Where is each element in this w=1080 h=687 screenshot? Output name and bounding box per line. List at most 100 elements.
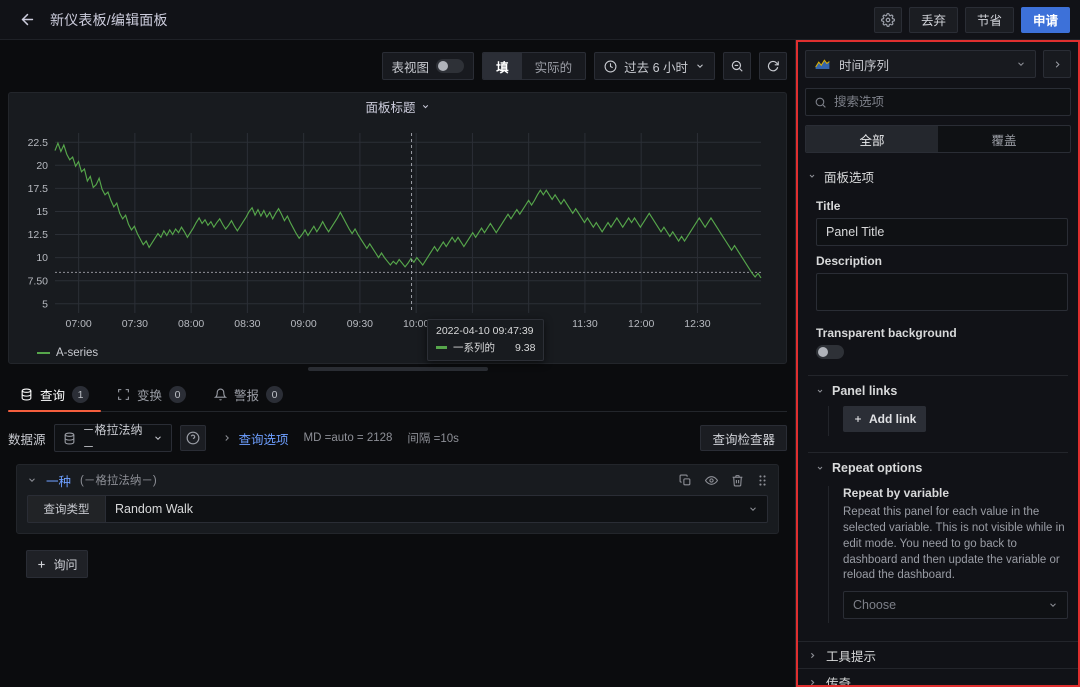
- options-search[interactable]: [805, 88, 1071, 116]
- repeat-variable-placeholder: Choose: [853, 598, 1048, 612]
- time-range-label: 过去 6 小时: [624, 57, 688, 76]
- save-button[interactable]: 节省: [965, 7, 1014, 33]
- svg-text:12:00: 12:00: [628, 318, 654, 330]
- visualization-panel: 面板标题 22.52017.51512.5107.50507:0007:3008…: [8, 92, 787, 364]
- repeat-options-group: Repeat by variable Repeat this panel for…: [828, 486, 1068, 623]
- repeat-variable-select[interactable]: Choose: [843, 591, 1068, 619]
- datasource-picker[interactable]: －格拉法纳－: [54, 424, 172, 452]
- query-options-label: 查询选项: [239, 429, 289, 448]
- panel-editor: 新仪表板/编辑面板 丢弃 节省 申请 表视图: [0, 0, 1080, 687]
- tooltip-series-row: 一系列的 9.38: [436, 340, 535, 355]
- plus-icon: [36, 559, 47, 570]
- table-view-switch[interactable]: [436, 59, 464, 73]
- hide-query-button[interactable]: [705, 474, 718, 487]
- search-icon: [814, 96, 827, 109]
- panel-description-textarea[interactable]: [816, 273, 1068, 311]
- drag-query-handle[interactable]: [757, 474, 768, 487]
- scenario-label: 查询类型: [27, 495, 105, 523]
- scenario-select[interactable]: Random Walk: [105, 495, 768, 523]
- svg-text:12:30: 12:30: [684, 318, 710, 330]
- apply-button[interactable]: 申请: [1021, 7, 1070, 33]
- search-input[interactable]: [834, 95, 1062, 109]
- back-button[interactable]: [14, 7, 40, 33]
- section-tooltip[interactable]: 工具提示: [796, 641, 1080, 668]
- panel-options-body: Title Description Transparent background: [796, 199, 1080, 363]
- svg-text:07:00: 07:00: [65, 318, 91, 330]
- section-repeat-options[interactable]: Repeat options: [796, 453, 1080, 483]
- refresh-button[interactable]: [759, 52, 787, 80]
- toolbar-controls: 表视图 填 实际的 过去 6 小时: [382, 52, 787, 80]
- query-card-header: 一种 (－格拉法纳－): [17, 465, 778, 495]
- table-view-toggle-group[interactable]: 表视图: [382, 52, 475, 80]
- breadcrumb[interactable]: 新仪表板/编辑面板: [50, 10, 168, 30]
- chevron-down-icon: [748, 504, 758, 514]
- chart-area[interactable]: 22.52017.51512.5107.50507:0007:3008:0008…: [9, 119, 786, 343]
- duplicate-query-button[interactable]: [679, 474, 692, 487]
- options-tab-group: 全部 覆盖: [805, 125, 1071, 153]
- transparent-background-toggle[interactable]: [816, 345, 844, 359]
- delete-query-button[interactable]: [731, 474, 744, 487]
- chevron-down-icon: [816, 464, 824, 472]
- refresh-icon: [766, 59, 780, 73]
- chart-legend[interactable]: A-series: [9, 343, 786, 363]
- max-data-points-meta: MD =auto = 2128: [304, 432, 393, 444]
- query-ref-id[interactable]: 一种: [46, 471, 71, 490]
- toggle-knob: [818, 347, 828, 357]
- table-view-label: 表视图: [392, 57, 430, 76]
- help-circle-icon: [186, 431, 200, 445]
- query-collapse-toggle[interactable]: [27, 475, 37, 485]
- section-panel-links[interactable]: Panel links: [796, 376, 1080, 406]
- panel-links-body: Add link: [796, 406, 1080, 440]
- query-card-datasource: (－格拉法纳－): [80, 472, 157, 488]
- editor-header: 新仪表板/编辑面板 丢弃 节省 申请: [0, 0, 1080, 40]
- database-icon: [20, 388, 33, 401]
- query-options-toggle[interactable]: 查询选项 MD =auto = 2128 间隔 =10s: [222, 429, 459, 448]
- repeat-help-text: Repeat this panel for each value in the …: [843, 505, 1068, 584]
- svg-text:22.5: 22.5: [28, 137, 49, 149]
- fill-actual-segmented: 填 实际的: [482, 52, 586, 80]
- chevron-right-icon: [1052, 59, 1063, 70]
- section-legend[interactable]: 传奇: [796, 668, 1080, 687]
- panel-toolbar: 表视图 填 实际的 过去 6 小时: [8, 50, 787, 82]
- section-panel-options[interactable]: 面板选项: [796, 161, 1080, 191]
- tab-queries-label: 查询: [40, 385, 65, 404]
- tab-overrides[interactable]: 覆盖: [938, 126, 1070, 152]
- svg-text:20: 20: [36, 160, 48, 172]
- panel-links-group: Add link: [828, 406, 1068, 436]
- dashboard-settings-button[interactable]: [874, 7, 902, 33]
- tab-queries[interactable]: 查询 1: [8, 385, 101, 411]
- tab-transform[interactable]: 变换 0: [105, 385, 198, 411]
- options-pane-collapse-button[interactable]: [1043, 50, 1071, 78]
- query-inspector-button[interactable]: 查询检查器: [700, 425, 787, 451]
- svg-text:08:00: 08:00: [178, 318, 204, 330]
- zoom-out-button[interactable]: [723, 52, 751, 80]
- svg-text:11:30: 11:30: [572, 318, 598, 330]
- time-range-picker[interactable]: 过去 6 小时: [594, 52, 715, 80]
- panel-title-input[interactable]: [816, 218, 1068, 246]
- series-color-swatch: [436, 346, 447, 349]
- bell-icon: [214, 388, 227, 401]
- visualization-picker[interactable]: 时间序列: [805, 50, 1036, 78]
- panel-resize-handle[interactable]: [308, 367, 488, 371]
- plus-icon: [853, 414, 863, 424]
- add-link-label: Add link: [869, 412, 916, 426]
- tab-alert[interactable]: 警报 0: [202, 385, 295, 411]
- arrow-left-icon: [19, 11, 36, 28]
- tab-alert-label: 警报: [234, 385, 259, 404]
- editor-tabs: 查询 1 变换 0 警报 0: [8, 382, 787, 412]
- add-query-button[interactable]: 询问: [26, 550, 88, 578]
- options-scroll-area[interactable]: 面板选项 Title Description Transparent backg…: [796, 161, 1080, 687]
- chevron-down-icon: [695, 61, 705, 71]
- section-panel-options-label: 面板选项: [824, 167, 874, 186]
- panel-title: 面板标题: [365, 97, 415, 116]
- visualization-name: 时间序列: [839, 55, 1007, 74]
- discard-button[interactable]: 丢弃: [909, 7, 958, 33]
- panel-title-menu[interactable]: 面板标题: [9, 93, 786, 119]
- actual-option[interactable]: 实际的: [522, 53, 586, 79]
- tab-all-options[interactable]: 全部: [806, 126, 938, 152]
- query-card: 一种 (－格拉法纳－): [16, 464, 779, 534]
- fill-option[interactable]: 填: [483, 53, 522, 79]
- add-link-button[interactable]: Add link: [843, 406, 926, 432]
- chevron-down-icon: [153, 433, 163, 443]
- datasource-help-button[interactable]: [180, 425, 206, 451]
